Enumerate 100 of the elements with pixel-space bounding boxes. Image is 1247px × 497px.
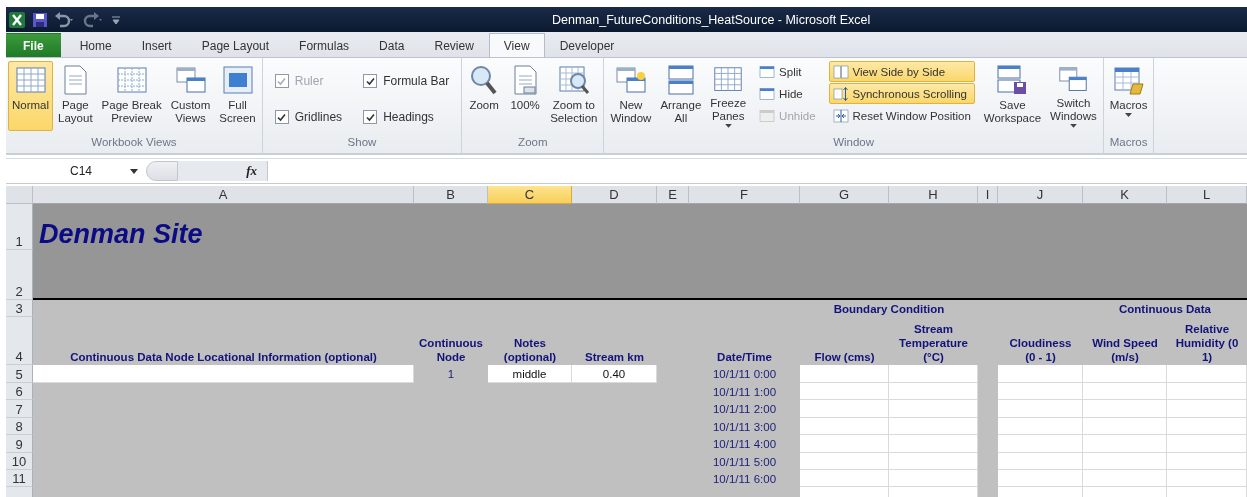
row-header[interactable]: 3: [6, 300, 33, 317]
ribbon-tab[interactable]: Home: [64, 33, 127, 57]
checkbox-label[interactable]: Gridlines: [294, 110, 343, 124]
column-header[interactable]: A: [33, 186, 414, 204]
ribbon-button[interactable]: Zoom to Selection: [546, 61, 602, 131]
input-cell[interactable]: [889, 365, 978, 383]
ribbon-tab[interactable]: Insert: [126, 33, 187, 57]
ribbon-tab[interactable]: Page Layout: [186, 33, 285, 57]
input-cell[interactable]: [889, 383, 978, 400]
input-cell[interactable]: [889, 400, 978, 418]
ribbon-button[interactable]: Macros: [1105, 61, 1152, 131]
row-header[interactable]: 7: [6, 400, 33, 418]
ribbon-tab[interactable]: Developer: [544, 33, 630, 57]
row-header[interactable]: 5: [6, 365, 33, 383]
input-cell[interactable]: [889, 470, 978, 487]
input-cell[interactable]: [998, 383, 1083, 400]
input-cell[interactable]: [1167, 400, 1247, 418]
input-cell[interactable]: [998, 435, 1083, 453]
name-box[interactable]: C14: [6, 159, 146, 183]
row-header[interactable]: 11: [6, 470, 33, 487]
row-header[interactable]: 6: [6, 383, 33, 400]
ribbon-button[interactable]: Page Layout: [54, 61, 97, 131]
input-cell[interactable]: [889, 453, 978, 470]
input-cell[interactable]: [800, 470, 889, 487]
column-header[interactable]: F: [689, 186, 800, 204]
row-header[interactable]: 1: [6, 204, 33, 250]
ribbon-button[interactable]: Page Break Preview: [97, 61, 166, 131]
ribbon-button[interactable]: 100%: [505, 61, 546, 131]
checkbox[interactable]: [274, 110, 289, 124]
ribbon-button[interactable]: Zoom: [464, 61, 505, 131]
input-cell[interactable]: [998, 418, 1083, 435]
input-cell[interactable]: [1167, 365, 1247, 383]
column-header[interactable]: G: [800, 186, 889, 204]
column-header[interactable]: C: [488, 186, 572, 204]
input-cell[interactable]: [800, 400, 889, 418]
row-header[interactable]: 4: [6, 317, 33, 365]
ribbon-button[interactable]: Hide: [755, 83, 820, 104]
column-header[interactable]: I: [978, 186, 998, 204]
input-cell[interactable]: [998, 470, 1083, 487]
input-cell[interactable]: [1083, 400, 1167, 418]
input-cell[interactable]: [998, 400, 1083, 418]
input-cell[interactable]: middle: [488, 365, 572, 383]
ribbon-button[interactable]: Synchronous Scrolling: [828, 83, 975, 104]
input-cell[interactable]: [998, 365, 1083, 383]
column-header[interactable]: L: [1167, 186, 1247, 204]
checkbox-label[interactable]: Headings: [383, 110, 434, 124]
ribbon-tab[interactable]: Data: [364, 33, 420, 57]
undo-icon[interactable]: [54, 11, 76, 28]
column-header[interactable]: E: [657, 186, 689, 204]
row-header[interactable]: 2: [6, 250, 33, 300]
ribbon-button[interactable]: Arrange All: [656, 61, 706, 131]
input-cell[interactable]: [800, 383, 889, 400]
select-all-corner[interactable]: [6, 186, 33, 204]
ribbon-button[interactable]: Freeze Panes: [706, 61, 751, 131]
insert-function-button[interactable]: fx: [178, 161, 268, 181]
ribbon-button[interactable]: Switch Windows: [1046, 61, 1101, 131]
checkbox[interactable]: [363, 74, 378, 88]
input-cell[interactable]: [800, 418, 889, 435]
input-cell[interactable]: [33, 365, 414, 383]
redo-icon[interactable]: [82, 11, 104, 28]
input-cell[interactable]: [1167, 383, 1247, 400]
input-cell[interactable]: [800, 435, 889, 453]
save-icon[interactable]: [32, 11, 48, 28]
input-cell[interactable]: [1083, 453, 1167, 470]
checkbox-label[interactable]: Formula Bar: [383, 74, 450, 88]
ribbon-button[interactable]: Reset Window Position: [828, 105, 975, 126]
input-cell[interactable]: [1167, 435, 1247, 453]
input-cell[interactable]: [1083, 470, 1167, 487]
ribbon-button[interactable]: Split: [755, 61, 820, 82]
ribbon-tab[interactable]: Formulas: [284, 33, 365, 57]
column-header[interactable]: B: [414, 186, 488, 204]
input-cell[interactable]: [1167, 453, 1247, 470]
ribbon-button[interactable]: View Side by Side: [828, 61, 975, 82]
input-cell[interactable]: [800, 453, 889, 470]
resize-handle[interactable]: [146, 161, 178, 181]
input-cell[interactable]: [1083, 418, 1167, 435]
ribbon-button[interactable]: Normal: [8, 61, 54, 131]
row-header[interactable]: 8: [6, 418, 33, 435]
column-header[interactable]: H: [889, 186, 978, 204]
row-header[interactable]: 9: [6, 435, 33, 453]
input-cell[interactable]: [800, 365, 889, 383]
ribbon-tab[interactable]: View: [488, 33, 545, 57]
input-cell[interactable]: [998, 453, 1083, 470]
input-cell[interactable]: [1083, 435, 1167, 453]
input-cell[interactable]: [889, 435, 978, 453]
ribbon-button[interactable]: Custom Views: [166, 61, 215, 131]
column-header[interactable]: J: [998, 186, 1083, 204]
input-cell[interactable]: [889, 418, 978, 435]
column-header[interactable]: D: [572, 186, 657, 204]
ribbon-button[interactable]: New Window: [606, 61, 656, 131]
row-header[interactable]: 10: [6, 453, 33, 470]
file-tab[interactable]: File: [6, 33, 61, 57]
checkbox[interactable]: [363, 110, 378, 124]
input-cell[interactable]: [1167, 470, 1247, 487]
input-cell[interactable]: [1083, 383, 1167, 400]
input-cell[interactable]: 0.40: [572, 365, 657, 383]
ribbon-button[interactable]: Save Workspace: [979, 61, 1046, 131]
column-header[interactable]: K: [1083, 186, 1167, 204]
ribbon-button[interactable]: Full Screen: [215, 61, 260, 131]
input-cell[interactable]: [1167, 418, 1247, 435]
